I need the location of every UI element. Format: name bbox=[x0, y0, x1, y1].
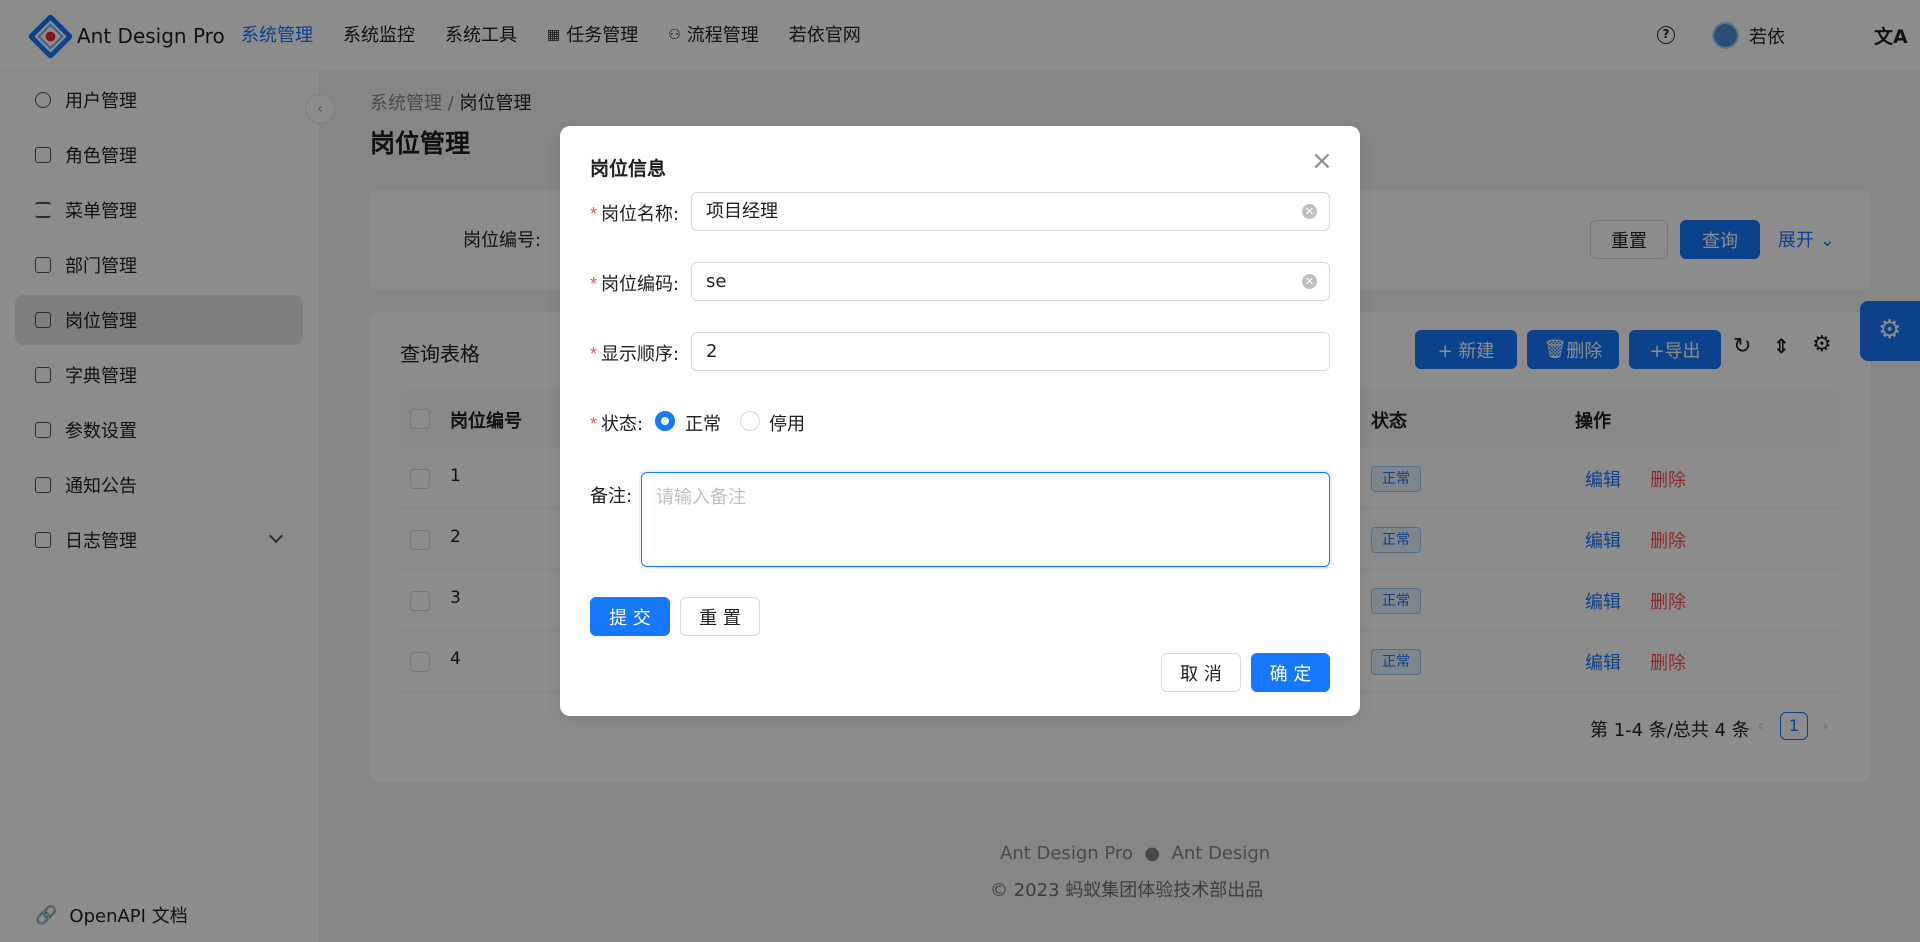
label-text: 状态: bbox=[601, 414, 644, 435]
remark-textarea[interactable]: 请输入备注 bbox=[641, 472, 1330, 567]
cancel-button[interactable]: 取 消 bbox=[1161, 653, 1241, 692]
label-text: 岗位编码: bbox=[601, 274, 680, 295]
clear-icon[interactable]: ✕ bbox=[1302, 204, 1317, 219]
post-name-input[interactable]: 项目经理 ✕ bbox=[691, 192, 1330, 231]
display-order-label: * 显示顺序: bbox=[590, 344, 680, 365]
modal-title: 岗位信息 bbox=[590, 158, 667, 180]
display-order-input[interactable]: 2 bbox=[691, 332, 1330, 371]
post-name-label: * 岗位名称: bbox=[590, 204, 680, 225]
status-disabled-radio[interactable] bbox=[740, 411, 760, 431]
clear-icon[interactable]: ✕ bbox=[1302, 274, 1317, 289]
status-disabled-label[interactable]: 停用 bbox=[769, 410, 805, 436]
textarea-placeholder: 请输入备注 bbox=[656, 487, 746, 508]
post-info-modal: 岗位信息 × * 岗位名称: 项目经理 ✕ * 岗位编码: se ✕ * 显示顺序: 2 … bbox=[560, 126, 1360, 716]
input-value: 2 bbox=[706, 341, 718, 362]
submit-button[interactable]: 提 交 bbox=[590, 597, 670, 636]
label-text: 岗位名称: bbox=[601, 204, 680, 225]
input-value: se bbox=[706, 271, 727, 292]
status-normal-radio[interactable] bbox=[655, 411, 675, 431]
label-text: 显示顺序: bbox=[601, 344, 680, 365]
input-value: 项目经理 bbox=[706, 201, 778, 222]
ok-button[interactable]: 确 定 bbox=[1251, 653, 1330, 692]
remark-label: 备注: bbox=[590, 486, 633, 507]
form-reset-button[interactable]: 重 置 bbox=[680, 597, 760, 636]
status-label: * 状态: bbox=[590, 414, 644, 435]
post-code-input[interactable]: se ✕ bbox=[691, 262, 1330, 301]
post-code-label: * 岗位编码: bbox=[590, 274, 680, 295]
close-icon[interactable]: × bbox=[1311, 148, 1333, 174]
status-normal-label[interactable]: 正常 bbox=[685, 410, 721, 436]
